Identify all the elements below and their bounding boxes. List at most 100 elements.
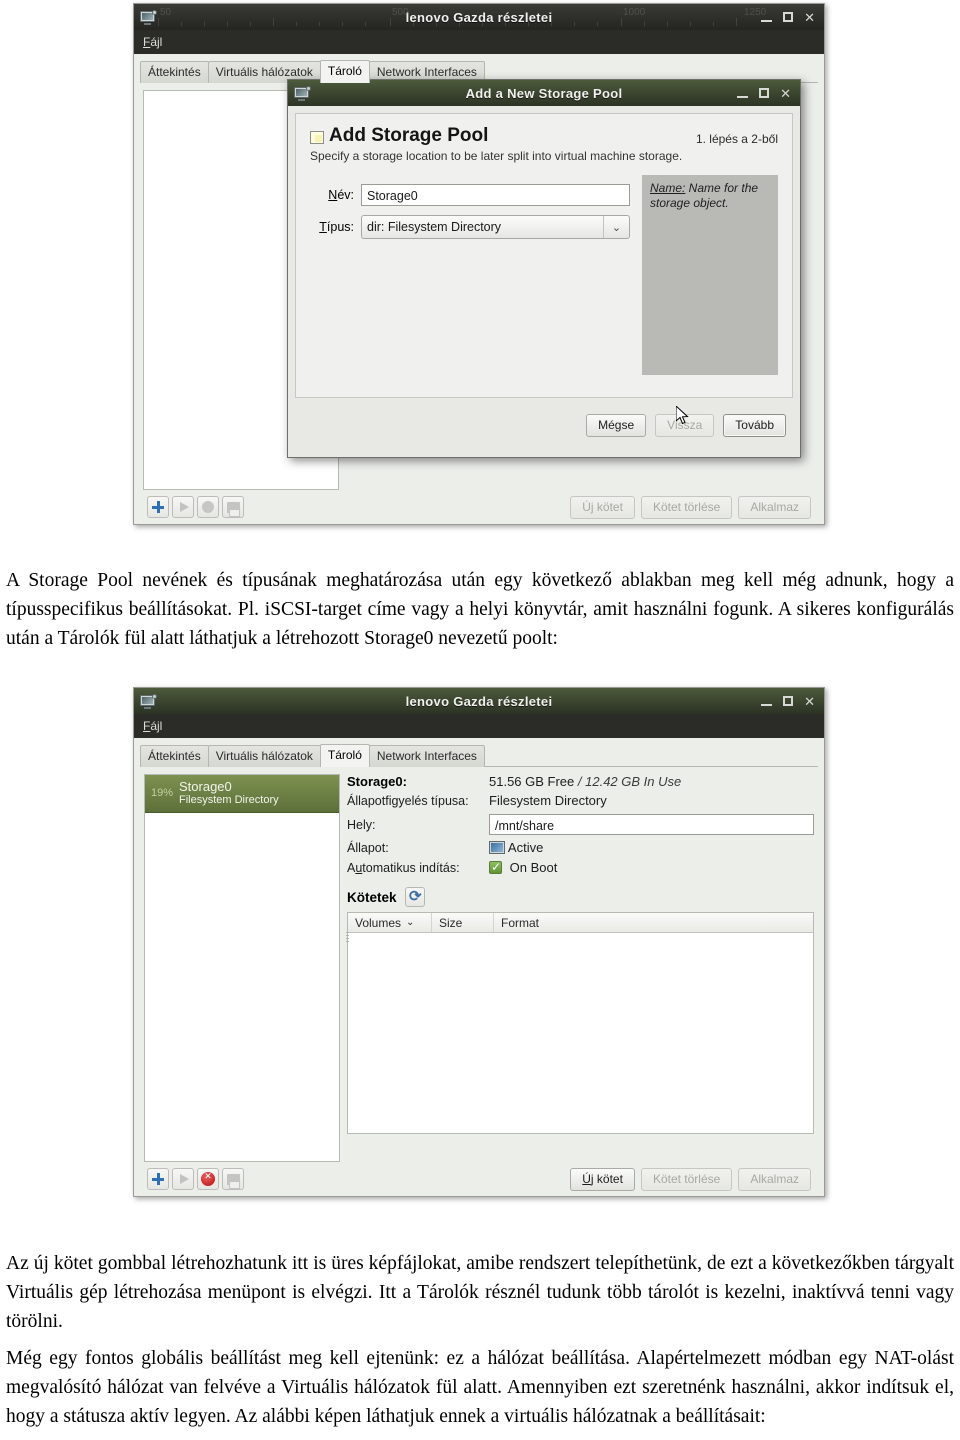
detail-state-value: Active [489,840,543,855]
ruler-label-2: 1000 [623,7,646,18]
window2-window-controls[interactable]: ✕ [761,695,818,708]
name-label: Név: [328,188,354,202]
window2-close-icon[interactable]: ✕ [804,695,815,708]
dialog-subtitle: Specify a storage location to be later s… [310,149,683,163]
dialog-footer[interactable]: Mégse Vissza Tovább [288,405,800,447]
type-field-row: Típus: dir: Filesystem Directory ⌄ [310,215,630,239]
pool-detail-pane: Storage0: 51.56 GB Free / 12.42 GB In Us… [347,774,814,1162]
type-select-value: dir: Filesystem Directory [367,220,502,234]
name-input[interactable]: Storage0 [361,184,630,206]
pool-usage-percent: 19% [151,787,174,799]
storage-pool-list[interactable]: 19% Storage0 Filesystem Directory [144,774,340,1162]
minimize-icon[interactable] [761,13,773,22]
ruler-label-1: 500 [392,7,409,18]
play-icon-2 [172,1168,194,1190]
pool-name: Storage0 [179,779,232,794]
apply-button: Alkalmaz [738,495,811,519]
window2-footer[interactable]: Új kötet Kötet törlése Alkalmaz [140,1162,818,1196]
pool-type: Filesystem Directory [179,794,279,806]
host-details-window-2[interactable]: lenovo Gazda részletei ✕ Fájl Áttekintés… [133,687,825,1197]
volumes-table-header[interactable]: Volumes ⌄ Size Format [348,913,813,933]
window1-titlebar[interactable]: 50 500 1000 1250 lenovo Gazda részletei … [134,4,824,30]
window1-footer[interactable]: Új kötet Kötet törlése Alkalmaz [140,490,818,524]
detail-location-label: Hely: [347,817,376,832]
plus-icon[interactable] [147,496,169,518]
dialog-close-icon[interactable]: ✕ [780,87,791,100]
window2-menubar[interactable]: Fájl [134,714,824,738]
column-volumes[interactable]: Volumes ⌄ [348,913,432,932]
pause-icon [222,496,244,518]
volumes-section-header: Kötetek [347,887,814,907]
dialog-maximize-icon[interactable] [759,88,770,98]
dialog-titlebar[interactable]: Add a New Storage Pool ✕ [288,80,800,106]
add-storage-pool-dialog[interactable]: Add a New Storage Pool ✕ Add Storage Poo… [287,79,801,458]
on-boot-checkbox[interactable] [489,860,502,874]
close-icon[interactable]: ✕ [804,11,815,24]
dialog-minimize-icon[interactable] [737,89,749,98]
window2-maximize-icon[interactable] [783,696,794,706]
volumes-table[interactable]: Volumes ⌄ Size Format [347,912,814,1134]
detail-state-label: Állapot: [347,840,389,855]
tab2-network-interfaces[interactable]: Network Interfaces [368,745,485,767]
delete-volume-button: Kötet törlése [640,495,733,519]
capacity-free: 51.56 GB Free [489,774,575,789]
detail-capacity: 51.56 GB Free / 12.42 GB In Use [489,774,681,789]
window1-menubar[interactable]: Fájl [134,30,824,54]
storage-pool-icon [310,131,324,144]
menu-item-fajl[interactable]: Fájl [143,35,162,49]
pool-list-item-storage0[interactable]: 19% Storage0 Filesystem Directory [145,775,339,813]
tab2-tarolo[interactable]: Tároló [319,744,370,767]
play-icon [172,496,194,518]
window1-window-controls[interactable]: ✕ [761,11,818,24]
forward-button[interactable]: Tovább [723,414,786,437]
cancel-button[interactable]: Mégse [586,414,647,437]
tab-attekintes[interactable]: Áttekintés [140,61,209,83]
refresh-icon[interactable] [405,887,426,907]
active-state-icon [489,841,505,854]
ruler-overlay: 50 500 1000 1250 [134,4,824,30]
menu-item-fajl-2[interactable]: Fájl [143,719,162,733]
stop-icon [197,496,219,518]
dialog-window-controls[interactable]: ✕ [737,87,794,100]
detail-pool-name-label: Storage0: [347,774,407,789]
maximize-icon[interactable] [783,12,794,22]
detail-type-label: Állapotfigyelés típusa: [347,794,469,808]
pane-splitter[interactable] [346,932,349,946]
type-label: Típus: [319,220,354,234]
dialog-heading: Add Storage Pool [310,126,488,146]
host-monitor-icon [140,9,157,25]
window2-monitor-icon [140,693,157,709]
detail-type-value: Filesystem Directory [489,793,607,808]
stop-icon-2[interactable] [197,1168,219,1190]
capacity-separator: / [574,774,586,789]
dialog-title: Add a New Storage Pool [465,85,623,101]
location-input[interactable]: /mnt/share [489,814,814,835]
chevron-down-icon[interactable]: ⌄ [603,216,629,238]
tab-tarolo[interactable]: Tároló [319,60,370,83]
ruler-label-0: 50 [160,7,172,18]
plus-icon-2[interactable] [147,1168,169,1190]
new-volume-button: Új kötet [570,495,635,519]
window2-minimize-icon[interactable] [761,697,773,706]
tab2-attekintes[interactable]: Áttekintés [140,745,209,767]
column-format[interactable]: Format [494,913,813,932]
apply-button-2: Alkalmaz [738,1167,811,1191]
sort-chevron-icon: ⌄ [406,917,415,928]
dialog-step-indicator: 1. lépés a 2-ből [695,132,778,146]
back-button: Vissza [655,414,715,437]
new-volume-button-2[interactable]: Új kötet [570,1167,635,1191]
dialog-header: Add Storage Pool 1. lépés a 2-ből [310,126,778,146]
pause-icon-2 [222,1168,244,1190]
type-select[interactable]: dir: Filesystem Directory ⌄ [361,215,630,239]
window2-titlebar[interactable]: lenovo Gazda részletei ✕ [134,688,824,714]
window1-title: lenovo Gazda részletei [405,9,553,25]
detail-autostart-value[interactable]: On Boot [489,860,557,875]
window2-title: lenovo Gazda részletei [405,693,553,709]
help-panel: Name: Name for the storage object. [642,175,778,375]
capacity-used: 12.42 GB In Use [585,774,682,789]
delete-volume-button-2: Kötet törlése [640,1167,733,1191]
column-size[interactable]: Size [432,913,494,932]
name-field-row: Név: Storage0 [310,184,630,206]
window2-tabbar[interactable]: Áttekintés Virtuális hálózatok Tároló Ne… [140,744,818,767]
tab2-virtualis-halozatok[interactable]: Virtuális hálózatok [207,745,321,767]
